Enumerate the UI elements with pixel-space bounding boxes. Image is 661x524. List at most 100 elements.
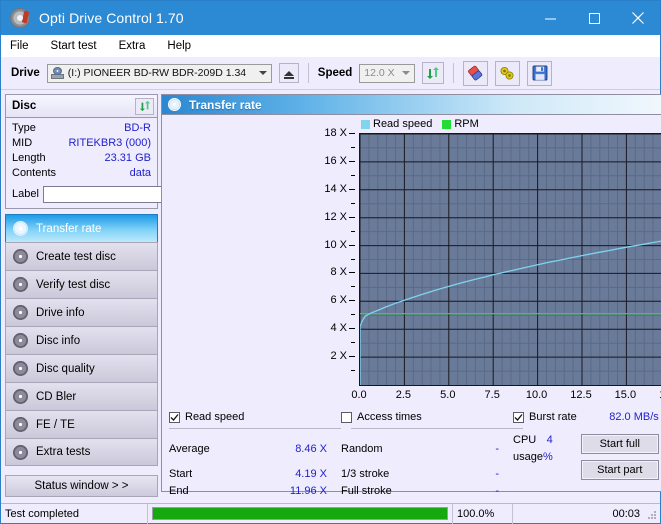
menu-start-test[interactable]: Start test <box>51 38 108 54</box>
status-bar: Test completed 100.0% 00:03 <box>1 503 660 523</box>
toolbar-divider-2 <box>453 63 454 83</box>
speed-label: Speed <box>318 67 353 79</box>
burst-rate-checkbox[interactable] <box>513 412 524 423</box>
sidebar-item-label: FE / TE <box>36 419 75 431</box>
y-tick-label: 18 X <box>324 127 347 139</box>
eject-button[interactable] <box>279 63 299 83</box>
access-times-checkbox-wrap[interactable]: Access times <box>341 409 513 426</box>
maximize-icon[interactable] <box>572 1 616 35</box>
y-tick-minor <box>351 342 355 343</box>
x-tick-label: 7.5 <box>485 389 500 401</box>
divider-read-speed <box>169 428 341 429</box>
save-icon <box>532 65 548 81</box>
disc-icon <box>168 98 181 111</box>
start-full-button[interactable]: Start full <box>581 434 659 454</box>
y-tick-label: 10 X <box>324 239 347 251</box>
sidebar-item-label: CD Bler <box>36 391 76 403</box>
sidebar-item-disc-quality[interactable]: Disc quality <box>5 354 158 382</box>
menu-help[interactable]: Help <box>167 38 202 54</box>
average-value: 8.46 X <box>295 441 341 458</box>
sidebar-item-extra-tests[interactable]: Extra tests <box>5 438 158 466</box>
disc-row-length: Length 23.31 GB <box>12 151 151 166</box>
y-tick-mark <box>349 272 355 273</box>
sidebar-item-disc-info[interactable]: Disc info <box>5 326 158 354</box>
optical-drive-icon <box>51 67 64 79</box>
drive-select[interactable]: (I:) PIONEER BD-RW BDR-209D 1.34 <box>47 64 272 83</box>
sidebar-item-create-test-disc[interactable]: Create test disc <box>5 242 158 270</box>
y-tick-minor <box>351 259 355 260</box>
sidebar-item-cd-bler[interactable]: CD Bler <box>5 382 158 410</box>
y-tick-minor <box>351 370 355 371</box>
results-area: Read speed Access times Burst rate 82.0 … <box>162 405 661 500</box>
x-tick-label: 2.5 <box>396 389 411 401</box>
divider-access-times <box>351 428 523 429</box>
start-key: Start <box>169 466 295 483</box>
save-button[interactable] <box>527 61 552 86</box>
refresh-icon <box>426 66 440 80</box>
disc-length-key: Length <box>12 151 46 166</box>
start-value: 4.19 X <box>295 466 341 483</box>
sidebar-item-drive-info[interactable]: Drive info <box>5 298 158 326</box>
disc-refresh-button[interactable] <box>135 98 154 115</box>
minimize-icon[interactable] <box>528 1 572 35</box>
y-tick-label: 16 X <box>324 155 347 167</box>
y-tick-mark <box>349 245 355 246</box>
y-tick-mark <box>349 161 355 162</box>
sidebar-item-fe-te[interactable]: FE / TE <box>5 410 158 438</box>
disc-mid-key: MID <box>12 136 32 151</box>
x-tick-label: 5.0 <box>440 389 455 401</box>
window-controls <box>528 1 660 35</box>
refresh-drive-button[interactable] <box>422 62 444 84</box>
read-speed-checkbox[interactable] <box>169 412 180 423</box>
cpu-usage-value: 4 % <box>543 432 567 466</box>
tools-button[interactable] <box>495 61 520 86</box>
chart-area: Read speed RPM 2 X4 X6 X8 X10 X12 X14 X1… <box>162 115 661 405</box>
window-title: Opti Drive Control 1.70 <box>39 10 184 26</box>
sidebar-item-verify-test-disc[interactable]: Verify test disc <box>5 270 158 298</box>
disc-type-key: Type <box>12 121 36 136</box>
x-tick-label: 0.0 <box>351 389 366 401</box>
erase-button[interactable] <box>463 61 488 86</box>
menu-file[interactable]: File <box>10 38 40 54</box>
random-cell: Random - <box>341 432 513 466</box>
burst-rate-wrap[interactable]: Burst rate 82.0 MB/s <box>513 409 659 426</box>
y-axis: 2 X4 X6 X8 X10 X12 X14 X16 X18 X <box>162 125 355 395</box>
legend-label-read-speed: Read speed <box>373 118 432 130</box>
status-window-button[interactable]: Status window > > <box>5 475 158 497</box>
sidebar-item-label: Extra tests <box>36 446 90 458</box>
sidebar-item-label: Drive info <box>36 307 85 319</box>
y-tick-minor <box>351 147 355 148</box>
right-column: Transfer rate Read speed RPM 2 X4 X6 <box>161 90 661 494</box>
y-tick-minor <box>351 203 355 204</box>
results-row-start: Start 4.19 X 1/3 stroke - <box>169 466 567 483</box>
access-times-checkbox[interactable] <box>341 412 352 423</box>
sidebar-item-label: Transfer rate <box>36 223 101 235</box>
y-tick-label: 2 X <box>330 350 347 362</box>
legend-swatch-rpm <box>442 120 451 129</box>
speed-select[interactable]: 12.0 X <box>359 64 415 83</box>
close-icon[interactable] <box>616 1 660 35</box>
toolbar-divider-1 <box>308 63 309 83</box>
full-stroke-key: Full stroke <box>341 483 495 500</box>
plot-area[interactable] <box>359 133 661 386</box>
status-message: Test completed <box>1 504 148 524</box>
drive-toolbar: Drive (I:) PIONEER BD-RW BDR-209D 1.34 S… <box>1 57 660 90</box>
resize-grip-icon[interactable] <box>647 510 657 520</box>
left-column: Disc Type BD-R MID RITE <box>1 90 161 494</box>
panel-header: Transfer rate <box>162 95 661 115</box>
start-part-button[interactable]: Start part <box>581 460 659 480</box>
disc-icon <box>13 389 28 404</box>
average-cell: Average 8.46 X <box>169 432 341 466</box>
legend-read-speed: Read speed <box>361 118 432 130</box>
end-value: 11.96 X <box>290 483 341 500</box>
y-tick-mark <box>349 356 355 357</box>
disc-label-key: Label <box>12 188 39 200</box>
end-key: End <box>169 483 290 500</box>
disc-mid-value: RITEKBR3 (000) <box>68 136 151 151</box>
menu-extra[interactable]: Extra <box>119 38 157 54</box>
random-key: Random <box>341 441 495 458</box>
title-bar: Opti Drive Control 1.70 <box>1 1 660 35</box>
sidebar-item-transfer-rate[interactable]: Transfer rate <box>5 214 158 242</box>
read-speed-checkbox-wrap[interactable]: Read speed <box>169 409 341 426</box>
chevron-down-icon <box>259 71 267 75</box>
